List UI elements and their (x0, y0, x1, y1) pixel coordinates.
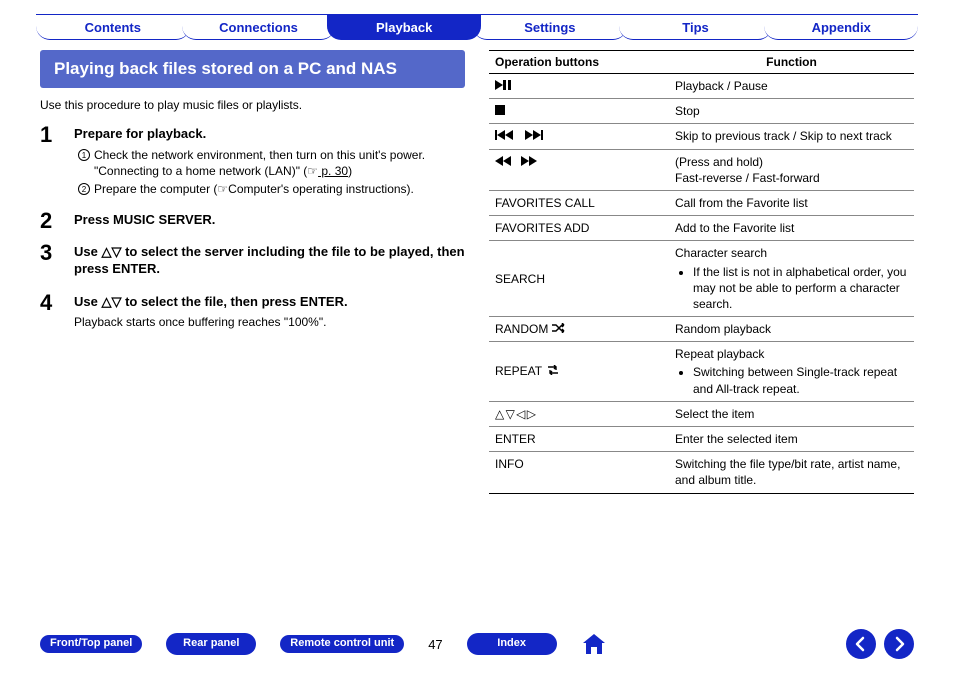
step-1: 1 Prepare for playback. 1 Check the netw… (40, 124, 465, 199)
step-number: 3 (40, 242, 60, 282)
table-cell: ENTER (489, 427, 669, 452)
table-cell: FAVORITES ADD (489, 216, 669, 241)
table-cell: FAVORITES CALL (489, 190, 669, 215)
page-content: Playing back files stored on a PC and NA… (0, 40, 954, 494)
step-number: 2 (40, 210, 60, 233)
skip-prev-next-icon (495, 129, 551, 143)
step-note: Playback starts once buffering reaches "… (74, 315, 465, 329)
tab-tips[interactable]: Tips (619, 14, 773, 40)
step-4: 4 Use △▽ to select the file, then press … (40, 292, 465, 329)
play-pause-icon (495, 79, 517, 93)
top-tabs: Contents Connections Playback Settings T… (0, 0, 954, 40)
page-link-30[interactable]: p. 30 (318, 164, 348, 178)
footer: Front/Top panel Rear panel Remote contro… (0, 629, 954, 659)
table-cell: Switching the file type/bit rate, artist… (669, 452, 914, 493)
step-heading: Prepare for playback. (74, 126, 465, 143)
home-icon[interactable] (581, 631, 607, 657)
tab-settings[interactable]: Settings (473, 14, 627, 40)
table-cell: REPEAT (489, 342, 669, 402)
remote-control-button[interactable]: Remote control unit (280, 635, 404, 652)
table-cell: Skip to previous track / Skip to next tr… (669, 124, 914, 149)
table-cell: RANDOM (489, 317, 669, 342)
step-2: 2 Press MUSIC SERVER. (40, 210, 465, 233)
table-cell: (Press and hold) Fast-reverse / Fast-for… (669, 149, 914, 190)
table-row: △ ▽ ◁ ▷ Select the item (489, 401, 914, 426)
step-number: 4 (40, 292, 60, 329)
substep-2: 2 Prepare the computer (☞Computer's oper… (78, 181, 465, 197)
prev-page-button[interactable] (846, 629, 876, 659)
step-heading: Use △▽ to select the file, then press EN… (74, 294, 465, 311)
left-column: Playing back files stored on a PC and NA… (40, 50, 465, 494)
section-title: Playing back files stored on a PC and NA… (40, 50, 465, 88)
table-row: REPEAT Repeat playback Switching between… (489, 342, 914, 402)
tab-connections[interactable]: Connections (182, 14, 336, 40)
circle-2-icon: 2 (78, 183, 90, 195)
rear-panel-button[interactable]: Rear panel (166, 633, 256, 654)
hand-icon: ☞ (217, 182, 228, 196)
stop-icon (495, 104, 505, 118)
table-cell: Character search If the list is not in a… (669, 241, 914, 317)
substep-1: 1 Check the network environment, then tu… (78, 147, 465, 179)
table-row: SEARCH Character search If the list is n… (489, 241, 914, 317)
dpad-icon: △ ▽ ◁ ▷ (495, 407, 535, 421)
table-row: Stop (489, 99, 914, 124)
step-heading: Use △▽ to select the server including th… (74, 244, 465, 278)
rewind-forward-icon (495, 155, 543, 169)
table-row: (Press and hold) Fast-reverse / Fast-for… (489, 149, 914, 190)
table-cell: Select the item (669, 401, 914, 426)
tab-contents[interactable]: Contents (36, 14, 190, 40)
next-page-button[interactable] (884, 629, 914, 659)
table-cell: Add to the Favorite list (669, 216, 914, 241)
step-heading: Press MUSIC SERVER. (74, 212, 465, 229)
substep-text: Prepare the computer ( (94, 182, 217, 196)
table-cell: Enter the selected item (669, 427, 914, 452)
tab-appendix[interactable]: Appendix (764, 14, 918, 40)
table-row: FAVORITES ADD Add to the Favorite list (489, 216, 914, 241)
table-header-function: Function (669, 51, 914, 74)
circle-1-icon: 1 (78, 149, 90, 161)
table-cell: Call from the Favorite list (669, 190, 914, 215)
hand-icon: ☞ (307, 164, 318, 178)
table-header-operation: Operation buttons (489, 51, 669, 74)
table-row: RANDOM Random playback (489, 317, 914, 342)
nav-arrows (846, 629, 914, 659)
step-3: 3 Use △▽ to select the server including … (40, 242, 465, 282)
index-button[interactable]: Index (467, 633, 557, 654)
page-number: 47 (428, 637, 442, 652)
tab-playback[interactable]: Playback (327, 14, 481, 40)
table-cell: Stop (669, 99, 914, 124)
repeat-icon (545, 364, 561, 378)
operation-table: Operation buttons Function Playback / Pa… (489, 50, 914, 494)
substep-text-post: Computer's operating instructions). (228, 182, 414, 196)
step-number: 1 (40, 124, 60, 199)
substep-text: Check the network environment, then turn… (94, 148, 425, 178)
right-column: Operation buttons Function Playback / Pa… (489, 50, 914, 494)
table-cell: INFO (489, 452, 669, 493)
table-cell: SEARCH (489, 241, 669, 317)
table-row: Playback / Pause (489, 74, 914, 99)
table-row: FAVORITES CALL Call from the Favorite li… (489, 190, 914, 215)
substep-text-post: ) (348, 164, 352, 178)
random-icon (552, 322, 566, 336)
table-row: INFO Switching the file type/bit rate, a… (489, 452, 914, 493)
intro-text: Use this procedure to play music files o… (40, 98, 465, 112)
table-cell: Repeat playback Switching between Single… (669, 342, 914, 402)
front-top-panel-button[interactable]: Front/Top panel (40, 635, 142, 652)
table-row: ENTER Enter the selected item (489, 427, 914, 452)
table-row: Skip to previous track / Skip to next tr… (489, 124, 914, 149)
table-cell: Random playback (669, 317, 914, 342)
table-cell: Playback / Pause (669, 74, 914, 99)
